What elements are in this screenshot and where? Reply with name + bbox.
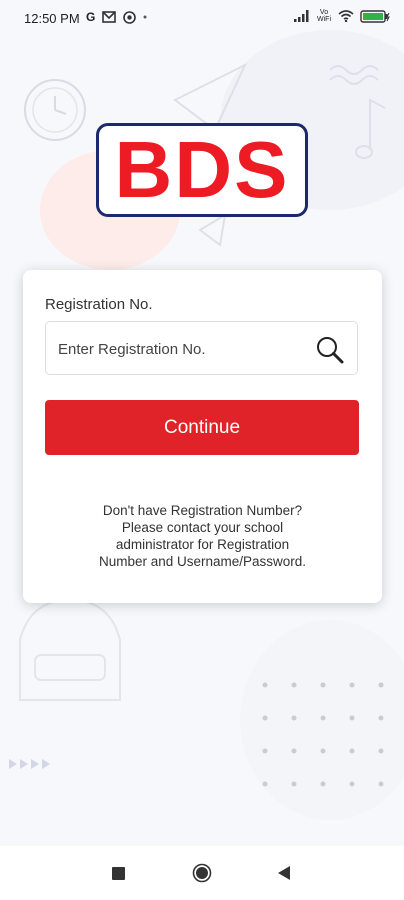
home-icon[interactable] (192, 863, 212, 883)
help-line-4: Number and Username/Password. (98, 554, 307, 569)
registration-field[interactable] (45, 321, 358, 376)
help-line-1: Don't have Registration Number? (102, 503, 303, 518)
help-line-3: administrator for Registration (115, 537, 290, 552)
google-icon: G (86, 10, 96, 24)
dot-icon (143, 15, 147, 19)
recents-icon[interactable] (112, 867, 125, 880)
help-line-2: Please contact your school (121, 520, 284, 535)
help-text: Don't have Registration Number? Please c… (23, 502, 382, 570)
wifi-icon (338, 10, 354, 22)
gmail-icon (102, 11, 117, 23)
vowifi-icon: Vo WiFi (317, 9, 331, 23)
continue-button[interactable]: Continue (45, 400, 359, 455)
registration-label: Registration No. (45, 296, 153, 313)
search-icon[interactable] (315, 335, 345, 365)
status-bar: 12:50 PM G Vo WiFi (0, 0, 404, 38)
logo-text: BDS (114, 125, 290, 214)
app-icon (123, 10, 137, 24)
battery-icon (360, 9, 390, 23)
status-time: 12:50 PM (24, 11, 80, 26)
back-icon[interactable] (277, 865, 291, 881)
signal-icon (294, 10, 309, 22)
app-logo: BDS (96, 123, 308, 217)
navigation-bar (0, 846, 404, 900)
registration-input[interactable] (56, 322, 310, 376)
registration-card: Registration No. Continue Don't have Reg… (23, 270, 382, 603)
